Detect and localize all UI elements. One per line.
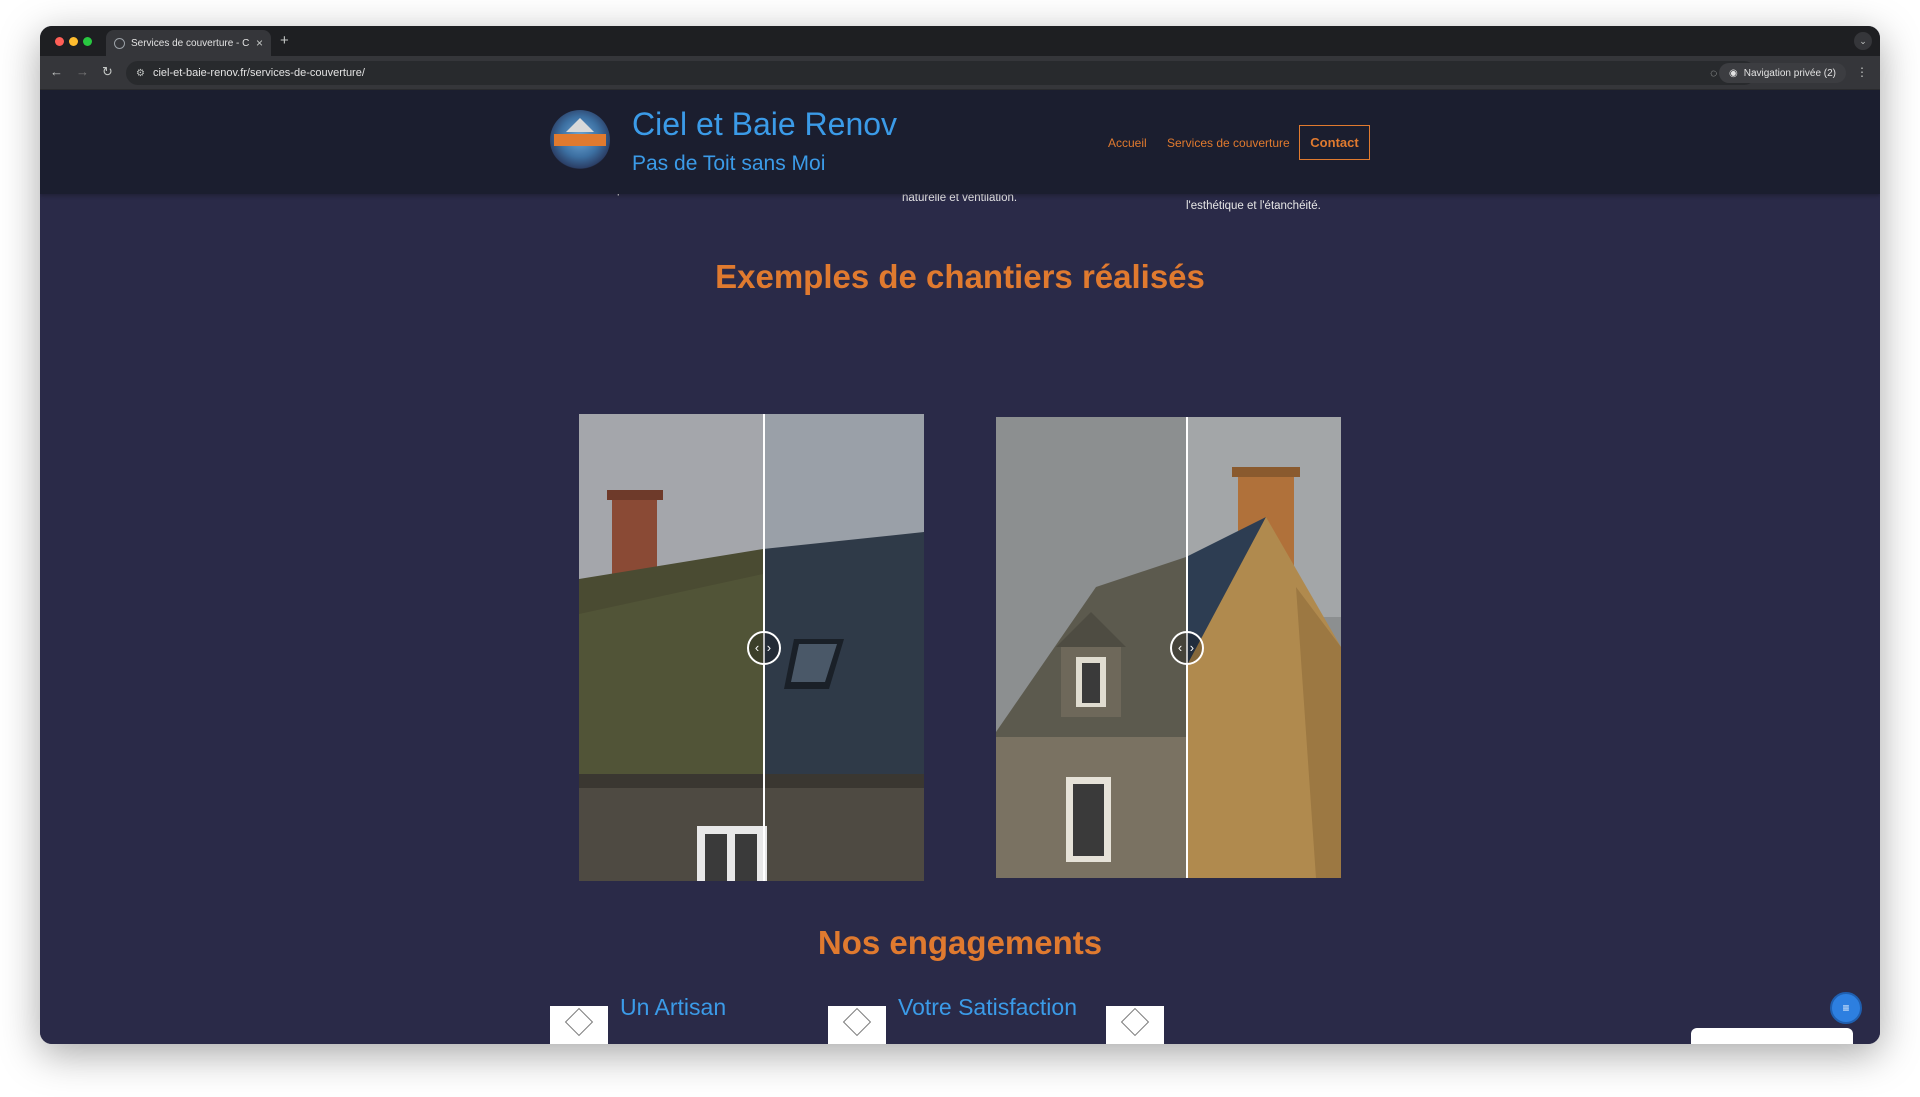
private-browsing-badge[interactable]: ◉ Navigation privée (2) — [1719, 63, 1846, 83]
browser-window: Services de couverture - Ciel × + ⌄ ← → … — [40, 26, 1880, 1044]
close-icon[interactable]: × — [256, 36, 263, 50]
engagement-title: Votre Satisfaction — [898, 994, 1077, 1020]
tab-title: Services de couverture - Ciel — [131, 37, 250, 49]
slider-handle[interactable]: ‹ › — [747, 630, 781, 665]
address-bar[interactable]: ⚙ ciel-et-baie-renov.fr/services-de-couv… — [126, 61, 1756, 85]
engagement-title: Un Artisan — [620, 994, 727, 1020]
roof-photo-2 — [996, 417, 1341, 878]
kebab-icon[interactable]: ⋮ — [1856, 65, 1868, 79]
previous-section-text: l'esthétique et l'étanchéité. — [1186, 200, 1321, 212]
tab-services[interactable]: Services de couverture - Ciel × — [106, 30, 271, 56]
nav-link-services[interactable]: Services de couverture — [1167, 136, 1290, 150]
accessibility-icon[interactable]: ≡ — [1830, 992, 1862, 1024]
reload-icon[interactable]: ↻ — [102, 64, 113, 80]
site-title[interactable]: Ciel et Baie Renov — [632, 106, 897, 143]
engagement-icon — [1106, 1006, 1164, 1044]
before-after-slider[interactable]: ‹ › — [996, 417, 1341, 878]
private-label: Navigation privée (2) — [1743, 67, 1836, 79]
logo-band — [554, 134, 606, 146]
nav-link-accueil[interactable]: Accueil — [1108, 136, 1147, 150]
site-logo[interactable] — [550, 110, 610, 170]
page-viewport: pluviales. naturelle et ventilation. l'e… — [40, 90, 1880, 1044]
contact-button[interactable]: Contact — [1299, 125, 1370, 160]
url-text: ciel-et-baie-renov.fr/services-de-couver… — [152, 67, 365, 79]
minimize-window-icon[interactable] — [69, 37, 78, 46]
globe-icon — [114, 37, 125, 49]
forward-icon[interactable]: → — [76, 64, 89, 79]
site-info-icon[interactable]: ⚙ — [136, 68, 145, 79]
examples-heading: Exemples de chantiers réalisés — [715, 258, 1205, 295]
eye-off-icon[interactable]: ◌ — [1710, 66, 1717, 80]
satisfaction-icon — [828, 1006, 886, 1044]
site-header: Ciel et Baie Renov Pas de Toit sans Moi … — [40, 90, 1880, 194]
engagements-heading: Nos engagements — [817, 924, 1103, 961]
roof-icon — [566, 118, 594, 132]
back-icon[interactable]: ← — [50, 64, 63, 79]
artisan-icon — [550, 1006, 608, 1044]
slider-handle[interactable]: ‹ › — [1170, 630, 1204, 665]
site-tagline: Pas de Toit sans Moi — [632, 152, 826, 175]
cookie-banner-tab[interactable] — [1691, 1028, 1853, 1044]
tab-bar: Services de couverture - Ciel × + ⌄ — [40, 26, 1880, 56]
tab-menu-icon[interactable]: ⌄ — [1854, 32, 1872, 50]
browser-toolbar: ← → ↻ ⚙ ciel-et-baie-renov.fr/services-d… — [40, 56, 1880, 90]
close-window-icon[interactable] — [55, 37, 64, 46]
maximize-window-icon[interactable] — [83, 37, 92, 46]
before-after-slider[interactable]: ‹ › — [579, 414, 924, 881]
new-tab-icon[interactable]: + — [280, 32, 289, 49]
incognito-icon: ◉ — [1729, 67, 1738, 79]
